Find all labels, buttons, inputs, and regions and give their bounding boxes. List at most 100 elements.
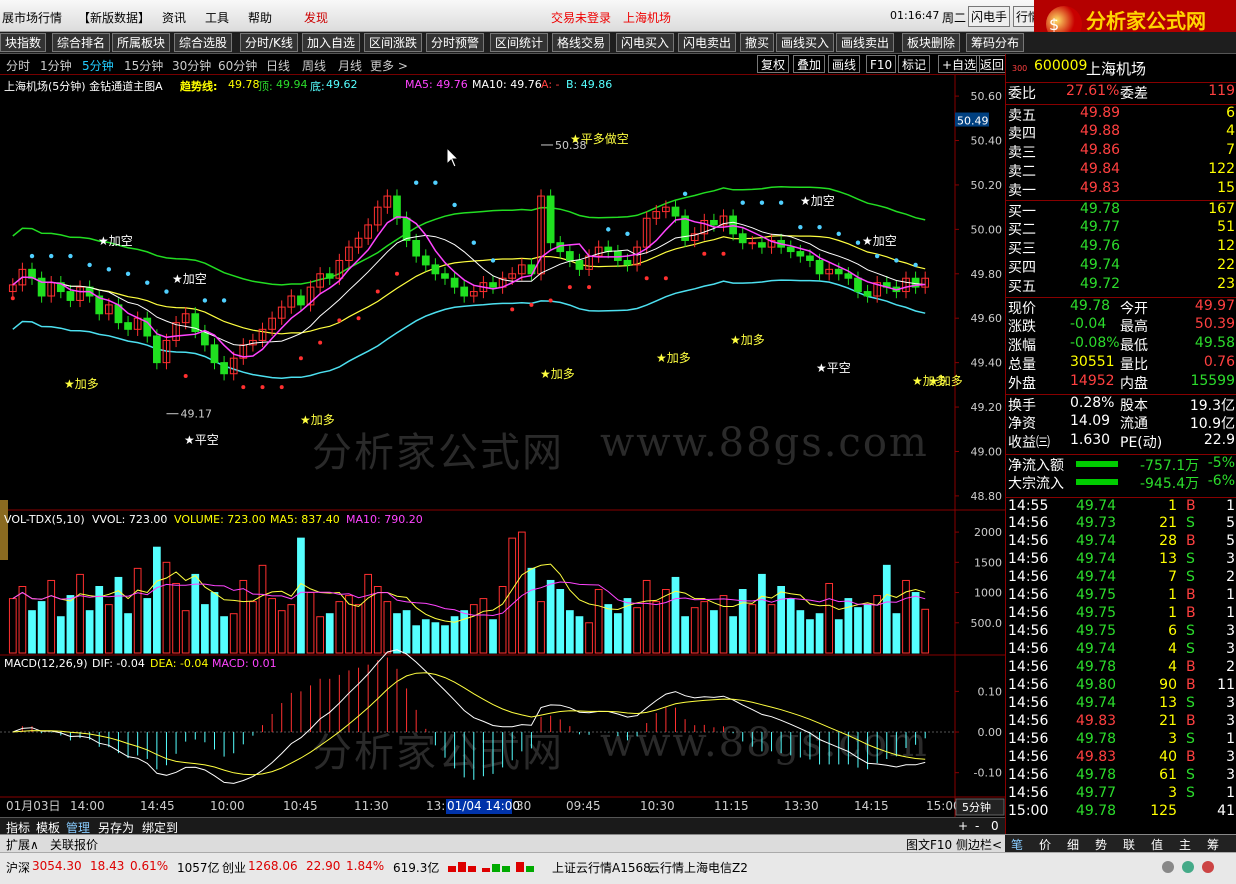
volume-bar xyxy=(56,616,65,654)
volume-bar xyxy=(316,616,324,654)
period-4[interactable]: 30分钟 xyxy=(172,57,211,74)
volume-bar xyxy=(421,619,430,654)
zoom-reset-button[interactable]: 0 xyxy=(991,819,999,833)
alert-icon[interactable] xyxy=(1202,861,1214,873)
buy-label: 买三 xyxy=(1008,241,1036,257)
cy-pct: 1.84% xyxy=(346,859,385,873)
chart-tool-1[interactable]: 叠加 xyxy=(793,55,826,73)
toolbar-button-10[interactable]: 闪电买入 xyxy=(616,33,675,52)
mouse-cursor-icon xyxy=(446,146,460,168)
sar-dot-blue xyxy=(874,253,880,259)
zoom-in-button[interactable]: + xyxy=(958,819,968,833)
sidebar-toggle-button[interactable]: 侧边栏< xyxy=(956,836,1002,853)
period-8[interactable]: 月线 xyxy=(338,57,362,74)
settings-icon[interactable] xyxy=(1162,861,1174,873)
weicha-label: 委差 xyxy=(1120,86,1148,102)
menu-newdata[interactable]: 【新版数据】 xyxy=(78,9,150,26)
menu-news[interactable]: 资讯 xyxy=(162,9,186,26)
tick-count: 5 xyxy=(1226,533,1235,549)
menu-tools[interactable]: 工具 xyxy=(205,9,229,26)
toolbar-button-0[interactable]: 块指数 xyxy=(0,33,47,52)
tick-time: 14:56 xyxy=(1008,551,1049,567)
side-tab-7[interactable]: 筹 xyxy=(1207,836,1219,853)
period-2[interactable]: 5分钟 xyxy=(82,57,114,74)
tab-related-quotes[interactable]: 关联报价 xyxy=(50,836,98,853)
toolbar-button-16[interactable]: 筹码分布 xyxy=(966,33,1025,52)
tick-time: 14:56 xyxy=(1008,659,1049,675)
candle-body xyxy=(402,217,411,241)
side-tab-0[interactable]: 笔 xyxy=(1011,836,1023,853)
tab-extend[interactable]: 扩展∧ xyxy=(6,836,39,853)
side-tab-5[interactable]: 值 xyxy=(1151,836,1163,853)
chart-tool-3[interactable]: F10 xyxy=(866,55,897,73)
stock-code[interactable]: 600009 xyxy=(1034,58,1087,74)
candle-body xyxy=(796,251,805,257)
side-tab-4[interactable]: 联 xyxy=(1123,836,1135,853)
price-axis-label: 49.20 xyxy=(971,401,1003,414)
toolbar-button-9[interactable]: 格线交易 xyxy=(552,33,611,52)
price-axis-label: 49.60 xyxy=(971,312,1003,325)
menu-market[interactable]: 展市场行情 xyxy=(2,9,62,26)
stat-label: 最低 xyxy=(1120,338,1148,354)
toolbar-button-7[interactable]: 分时预警 xyxy=(426,33,485,52)
kline-chart[interactable]: 50.60 50.40 50.20 50.00 49.80 49.60 49.40 49.20… xyxy=(0,75,1005,817)
side-tab-6[interactable]: 主 xyxy=(1179,836,1191,853)
vol-title: VOL-TDX(5,10) xyxy=(4,513,85,526)
quote-panel: 300 600009 上海机场 委比 27.61% 委差 119 卖五 49.89 6 卖四 49.8… xyxy=(1005,54,1236,834)
stat-label: 流通 xyxy=(1120,416,1148,432)
toolbar-button-14[interactable]: 画线卖出 xyxy=(836,33,895,52)
toolbar-button-1[interactable]: 综合排名 xyxy=(52,33,111,52)
menu-discover[interactable]: 发现 xyxy=(304,9,328,26)
menu-help[interactable]: 帮助 xyxy=(248,9,272,26)
buy-level-3: 买三 49.76 12 xyxy=(1006,238,1236,257)
tick-direction: S xyxy=(1186,515,1195,531)
period-6[interactable]: 日线 xyxy=(266,57,290,74)
toolbar-button-11[interactable]: 闪电卖出 xyxy=(678,33,737,52)
stock-name[interactable]: 上海机场 xyxy=(1086,58,1146,79)
toolbar-button-2[interactable]: 所属板块 xyxy=(112,33,171,52)
vol-ma5-value: MA5: 837.40 xyxy=(270,513,340,526)
price-axis-label: 49.00 xyxy=(971,445,1003,458)
period-0[interactable]: 分时 xyxy=(6,57,30,74)
tick-direction: B xyxy=(1186,587,1196,603)
period-1[interactable]: 1分钟 xyxy=(40,57,72,74)
network-icon[interactable] xyxy=(1182,861,1194,873)
cy-amount: 619.3亿 xyxy=(393,861,440,875)
volume-bar xyxy=(104,604,113,654)
volume-bar xyxy=(172,582,180,654)
toolbar-button-3[interactable]: 综合选股 xyxy=(174,33,233,52)
cy-value[interactable]: 1268.06 xyxy=(248,859,298,873)
chart-tool-2[interactable]: 画线 xyxy=(828,55,861,73)
toolbar-button-4[interactable]: 分时/K线 xyxy=(240,33,298,52)
toolbar-button-6[interactable]: 区间涨跌 xyxy=(364,33,423,52)
chart-tool-4[interactable]: 标记 xyxy=(898,55,931,73)
side-tab-1[interactable]: 价 xyxy=(1039,836,1051,853)
macd-title: MACD(12,26,9) xyxy=(4,657,88,670)
sar-dot-red xyxy=(644,276,649,281)
period-3[interactable]: 15分钟 xyxy=(124,57,163,74)
volume-bar xyxy=(210,592,219,654)
toolbar-button-8[interactable]: 区间统计 xyxy=(490,33,549,52)
toolbar-button-5[interactable]: 加入自选 xyxy=(302,33,361,52)
flash-trade-button[interactable]: 闪电手 xyxy=(968,6,1011,27)
tick-price: 49.74 xyxy=(1076,641,1117,657)
chart-tool-5[interactable]: +自选 xyxy=(938,55,981,73)
toolbar-button-13[interactable]: 画线买入 xyxy=(776,33,835,52)
tick-volume: 13 xyxy=(1159,551,1177,567)
login-status[interactable]: 交易未登录 xyxy=(551,9,611,26)
zoom-out-button[interactable]: - xyxy=(975,819,979,833)
period-9[interactable]: 更多 > xyxy=(370,57,408,74)
period-5[interactable]: 60分钟 xyxy=(218,57,257,74)
chart-tool-0[interactable]: 复权 xyxy=(757,55,790,73)
sh-value[interactable]: 3054.30 xyxy=(32,859,82,873)
tick-count: 2 xyxy=(1226,569,1235,585)
buy-price: 49.78 xyxy=(1080,201,1121,217)
f10-button[interactable]: 图文F10 xyxy=(906,836,952,853)
period-7[interactable]: 周线 xyxy=(302,57,326,74)
toolbar-button-12[interactable]: 撤买 xyxy=(740,33,775,52)
chart-tool-6[interactable]: 返回 xyxy=(976,55,1009,73)
tick-time: 14:56 xyxy=(1008,587,1049,603)
toolbar-button-15[interactable]: 板块删除 xyxy=(902,33,961,52)
side-tab-3[interactable]: 势 xyxy=(1095,836,1107,853)
side-tab-2[interactable]: 细 xyxy=(1067,836,1079,853)
